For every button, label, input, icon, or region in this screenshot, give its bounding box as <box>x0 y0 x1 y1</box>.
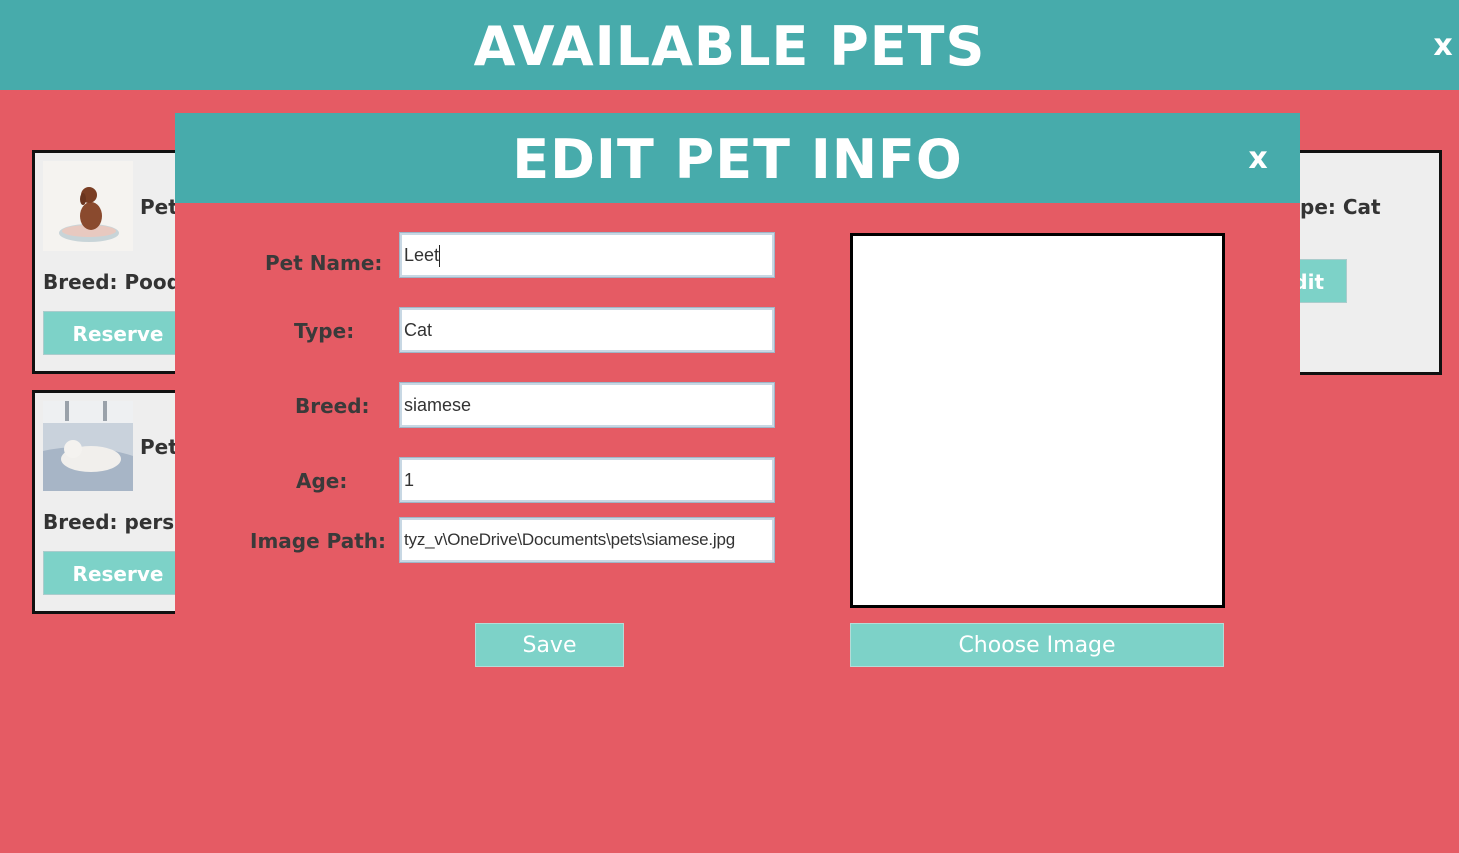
reserve-button[interactable]: Reserve <box>43 311 193 355</box>
image-path-label: Image Path: <box>250 529 387 553</box>
age-field[interactable]: 1 <box>399 457 775 503</box>
pet-name-label: Pet Name: <box>265 251 383 275</box>
breed-field[interactable]: siamese <box>399 382 775 428</box>
pet-name-value: Leet <box>404 245 440 265</box>
window-title: AVAILABLE PETS <box>473 15 986 78</box>
pet-card-type: pe: Cat <box>1300 195 1381 219</box>
save-button[interactable]: Save <box>475 623 624 667</box>
breed-label: Breed: <box>295 394 370 418</box>
pet-card-name: Pet <box>140 195 178 219</box>
window-close-button[interactable]: x <box>1428 24 1458 68</box>
dialog-title: EDIT PET INFO <box>512 128 963 191</box>
edit-pet-dialog: EDIT PET INFO x Pet Name: Leet Type: Cat… <box>175 113 1300 853</box>
text-cursor <box>439 245 441 268</box>
pet-card-breed: Breed: Pood <box>43 270 181 294</box>
pet-card-1: Pet Breed: Pood Reserve <box>32 150 193 374</box>
pet-card-breed: Breed: persi <box>43 510 182 534</box>
pet-photo-persian <box>43 401 133 491</box>
reserve-button[interactable]: Reserve <box>43 551 193 595</box>
pet-photo-poodle <box>43 161 133 251</box>
dialog-close-button[interactable]: x <box>1243 139 1273 179</box>
pet-card-2: Pet Breed: persi Reserve <box>32 390 193 614</box>
pet-card-name: Pet <box>140 435 178 459</box>
type-label: Type: <box>294 319 355 343</box>
image-path-field[interactable]: tyz_v\OneDrive\Documents\pets\siamese.jp… <box>399 517 775 563</box>
choose-image-button[interactable]: Choose Image <box>850 623 1224 667</box>
type-field[interactable]: Cat <box>399 307 775 353</box>
age-label: Age: <box>296 469 348 493</box>
image-preview <box>850 233 1225 608</box>
pet-name-field[interactable]: Leet <box>399 232 775 278</box>
